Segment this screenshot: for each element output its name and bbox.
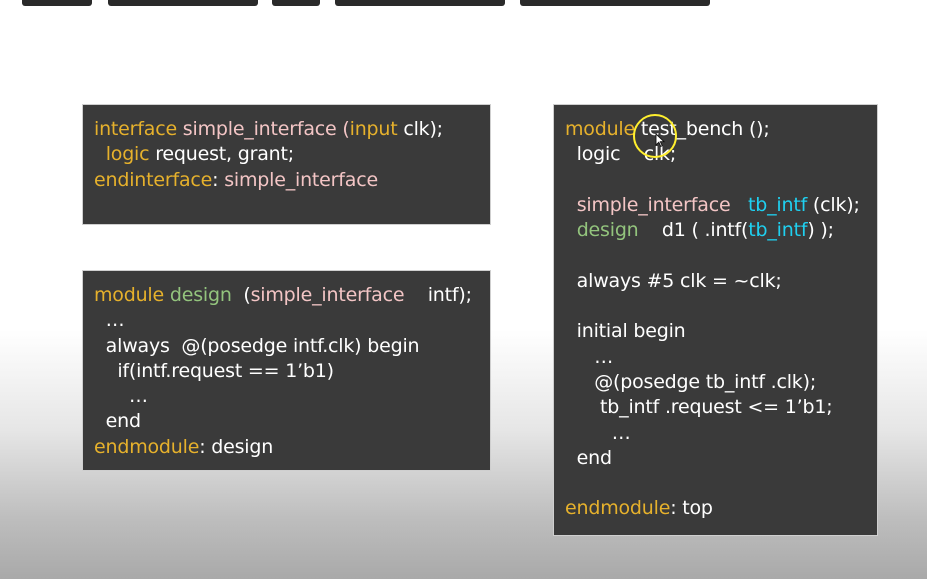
code-line: end xyxy=(94,409,480,434)
code-line: … xyxy=(565,421,867,446)
code-token: initial begin xyxy=(565,320,686,343)
code-line: endinterface: simple_interface xyxy=(94,168,480,193)
code-line: endmodule: top xyxy=(565,496,867,521)
code-token: intf); xyxy=(404,284,472,306)
code-line: tb_intf .request <= 1’b1; xyxy=(565,395,867,420)
code-line: logic clk; xyxy=(565,142,867,167)
code-token: … xyxy=(565,345,613,368)
code-line: endmodule: design xyxy=(94,435,480,460)
code-token: d1 ( .intf( xyxy=(638,219,749,242)
code-token: ( xyxy=(231,284,251,306)
code-token: @(posedge tb_intf .clk); xyxy=(565,370,817,393)
code-token: simple_interface xyxy=(576,193,731,216)
code-token: … xyxy=(565,421,631,444)
code-token: request, grant; xyxy=(149,143,294,166)
title-ghost-5 xyxy=(520,0,710,6)
code-token: design xyxy=(576,219,639,242)
code-panel-interface: interface simple_interface (input clk); … xyxy=(82,104,491,225)
code-line: module design (simple_interface intf); xyxy=(94,283,480,308)
code-token: … xyxy=(94,385,148,408)
code-token: tb_intf .request <= 1’b1; xyxy=(565,396,833,419)
code-line: … xyxy=(94,384,480,409)
code-token: simple_interface ( xyxy=(176,118,350,140)
code-token: interface xyxy=(94,118,177,140)
code-line: end xyxy=(565,446,867,471)
code-line: logic request, grant; xyxy=(94,142,480,167)
code-token: simple_interface xyxy=(250,284,405,306)
code-token: : xyxy=(212,168,225,191)
code-line: design d1 ( .intf(tb_intf) ); xyxy=(565,218,867,243)
code-line: … xyxy=(565,345,867,370)
code-line: … xyxy=(94,308,480,333)
code-token: module xyxy=(94,284,165,306)
code-token: input xyxy=(349,118,398,140)
code-token: always @(posedge intf.clk) begin xyxy=(94,334,420,357)
code-line: @(posedge tb_intf .clk); xyxy=(565,370,867,395)
code-panel-testbench: module test_bench (); logic clk; simple_… xyxy=(553,104,878,536)
code-token: (clk); xyxy=(807,193,860,216)
title-ghost-1 xyxy=(22,0,92,6)
code-token: … xyxy=(94,309,125,332)
code-token: simple_interface xyxy=(224,168,378,191)
title-ghost-4 xyxy=(335,0,505,6)
code-line: if(intf.request == 1’b1) xyxy=(94,359,480,384)
code-token: module xyxy=(565,118,636,140)
code-token: end xyxy=(94,410,141,433)
code-token: tb_intf xyxy=(747,193,808,216)
code-token: logic xyxy=(105,143,150,166)
title-ghost-2 xyxy=(108,0,258,6)
code-token: : design xyxy=(199,435,274,458)
code-token: if(intf.request == 1’b1) xyxy=(94,359,334,382)
code-token: endmodule xyxy=(565,497,671,520)
slide-title-fragment xyxy=(0,0,927,12)
code-token: tb_intf xyxy=(748,219,808,242)
code-token: ) ); xyxy=(807,219,834,242)
code-line: interface simple_interface (input clk); xyxy=(94,117,480,142)
code-token: end xyxy=(565,446,612,469)
code-token: clk); xyxy=(397,118,443,140)
title-ghost-3 xyxy=(272,0,320,6)
code-line: always #5 clk = ~clk; xyxy=(565,269,867,294)
code-line: always @(posedge intf.clk) begin xyxy=(94,334,480,359)
code-token: endinterface xyxy=(94,168,213,191)
code-line: initial begin xyxy=(565,319,867,344)
code-line: simple_interface tb_intf (clk); xyxy=(565,193,867,218)
code-token: always #5 clk = ~clk; xyxy=(565,269,782,292)
code-line: module test_bench (); xyxy=(565,117,867,142)
code-panel-design: module design (simple_interface intf); …… xyxy=(82,270,491,471)
code-token: endmodule xyxy=(94,435,200,458)
code-token: : top xyxy=(670,497,713,520)
mouse-pointer-icon xyxy=(655,133,665,147)
code-token: design xyxy=(164,284,232,306)
